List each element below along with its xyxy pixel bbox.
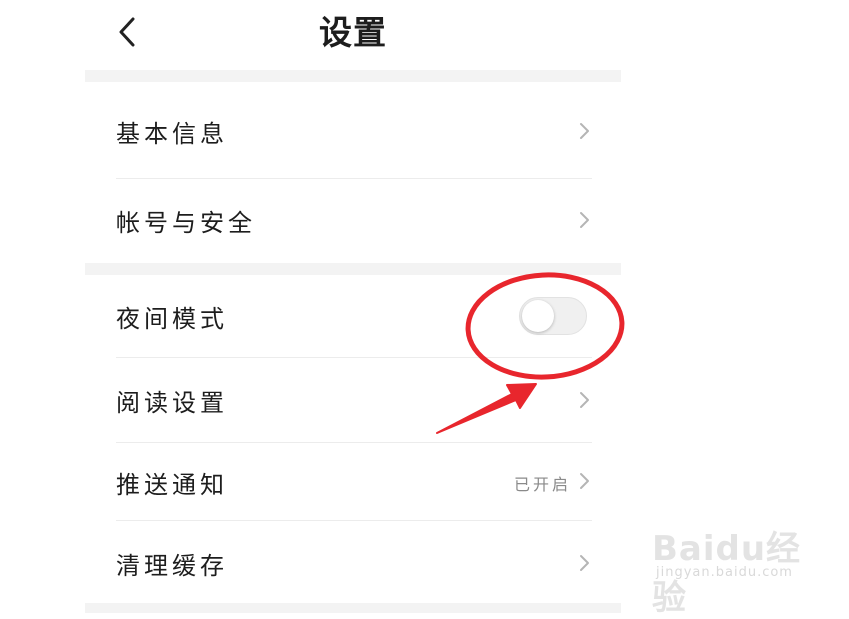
chevron-right-icon bbox=[580, 555, 589, 571]
section-divider bbox=[85, 263, 621, 275]
chevron-right-icon bbox=[580, 392, 589, 408]
chevron-right-icon bbox=[580, 123, 589, 139]
push-status-value: 已开启 bbox=[513, 475, 571, 494]
page-title: 设置 bbox=[319, 13, 387, 52]
settings-item-label: 清理缓存 bbox=[116, 552, 228, 580]
settings-item-label: 夜间模式 bbox=[116, 305, 228, 333]
chevron-right-icon bbox=[580, 473, 589, 489]
settings-item-label: 阅读设置 bbox=[116, 389, 228, 417]
night-mode-toggle[interactable] bbox=[519, 297, 587, 335]
settings-item-reading[interactable]: 阅读设置 bbox=[85, 358, 621, 442]
settings-item-account-security[interactable]: 帐号与安全 bbox=[85, 179, 621, 263]
section-divider bbox=[85, 603, 621, 613]
settings-item-label: 推送通知 bbox=[116, 471, 228, 499]
settings-item-basic-info[interactable]: 基本信息 bbox=[85, 82, 621, 179]
section-divider bbox=[85, 70, 621, 82]
settings-item-label: 基本信息 bbox=[116, 120, 228, 148]
settings-screen: 设置 基本信息 帐号与安全 夜间模式 阅读设置 推送通知 已开启 清理缓存 bbox=[85, 0, 621, 613]
settings-item-label: 帐号与安全 bbox=[116, 209, 256, 237]
chevron-right-icon bbox=[580, 212, 589, 228]
watermark-url: jingyan.baidu.com bbox=[656, 565, 793, 580]
watermark: Baidu经验 jingyan.baidu.com bbox=[652, 521, 812, 618]
settings-item-push-notifications[interactable]: 推送通知 已开启 bbox=[85, 443, 621, 520]
settings-item-clear-cache[interactable]: 清理缓存 bbox=[85, 521, 621, 603]
toggle-knob bbox=[522, 300, 554, 332]
